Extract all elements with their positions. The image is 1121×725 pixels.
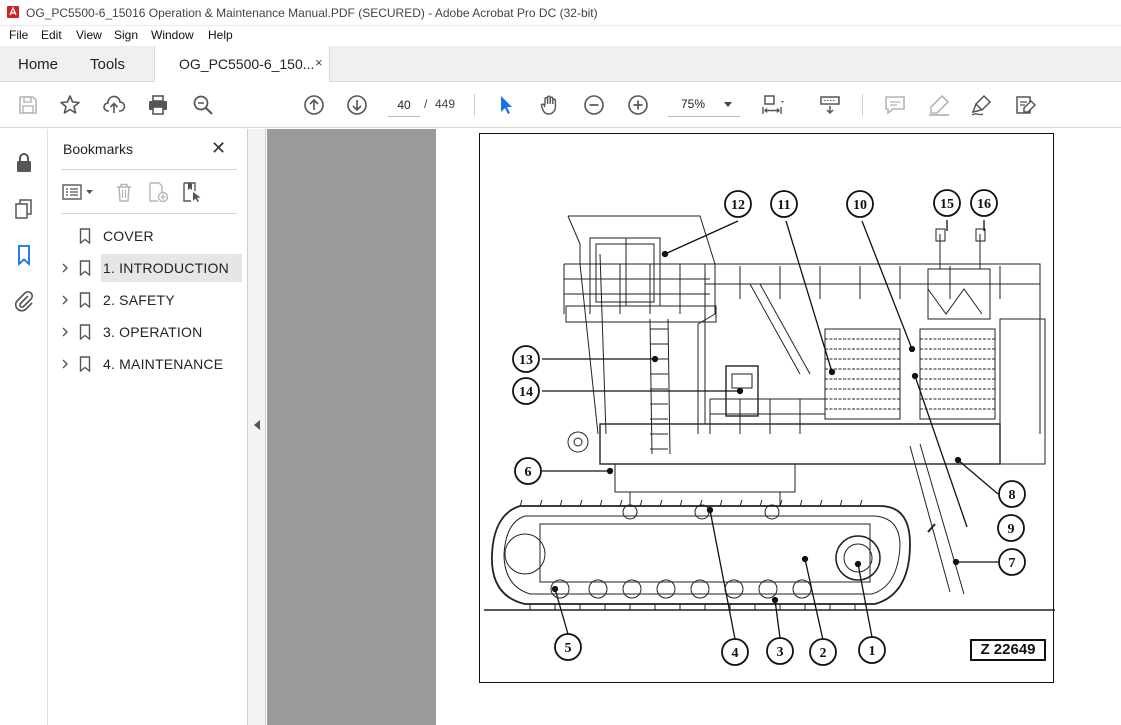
bookmark-flag-icon [79,228,91,244]
menu-bar: File Edit View Sign Window Help [0,26,1121,46]
arrow-down-circle-icon[interactable] [345,93,369,117]
figure-reference: Z 22649 [970,639,1046,661]
collapse-arrow-icon[interactable] [254,420,260,430]
zoom-select[interactable]: 75% [668,93,740,117]
bookmark-item[interactable]: COVER [49,222,242,250]
tab-tools[interactable]: Tools [90,56,125,73]
callout-7: 7 [1009,556,1016,571]
callout-2: 2 [820,646,827,661]
bookmark-options-icon[interactable] [61,181,95,203]
callout-1: 1 [869,644,876,659]
bookmark-item[interactable]: 3. OPERATION [49,318,242,346]
chevron-right-icon[interactable] [61,295,69,305]
callout-14: 14 [519,385,533,400]
highlight-pen-icon[interactable] [927,93,951,117]
bookmark-label: 2. SAFETY [103,292,175,308]
arrow-up-circle-icon[interactable] [302,93,326,117]
comment-icon[interactable] [883,93,907,117]
main-toolbar: / 449 75% [0,82,1121,128]
callout-10: 10 [853,198,867,213]
attachment-icon[interactable] [12,289,36,313]
document-background [267,129,436,725]
callout-15: 15 [940,197,954,212]
scroll-mode-icon[interactable] [818,93,842,117]
hand-icon[interactable] [538,93,562,117]
page-fit-icon[interactable] [760,93,784,117]
zoom-in-icon[interactable] [626,93,650,117]
tab-bar: Home Tools OG_PC5500-6_150... × [0,46,1121,83]
callout-6: 6 [525,465,532,480]
acrobat-logo-icon [7,6,19,18]
menu-help[interactable]: Help [208,28,233,42]
bookmark-flag-icon [79,324,91,340]
title-bar: OG_PC5500-6_15016 Operation & Maintenanc… [0,0,1121,26]
chevron-down-icon [724,102,732,107]
zoom-out-icon[interactable] [582,93,606,117]
bookmark-label: 3. OPERATION [103,324,203,340]
toolbar-divider [862,94,863,116]
bookmark-label: COVER [103,228,154,244]
bookmarks-panel: Bookmarks ✕ COVER 1. INTRODUCTION 2. SAF… [49,129,248,725]
excavator-drawing: 1 2 3 4 5 6 7 8 9 10 11 12 13 14 15 16 [484,189,1055,666]
zoom-value: 75% [681,97,706,111]
tab-close-icon[interactable]: × [315,55,323,70]
left-navigation-rail [0,129,48,725]
panel-splitter[interactable] [248,129,266,725]
bookmark-item[interactable]: 1. INTRODUCTION [49,254,242,282]
chevron-right-icon[interactable] [61,263,69,273]
callout-9: 9 [1008,522,1015,537]
bookmark-flag-icon [79,356,91,372]
chevron-right-icon[interactable] [61,327,69,337]
pointer-icon[interactable] [494,93,518,117]
callout-3: 3 [777,645,784,660]
page-thumbnails-icon[interactable] [12,197,36,221]
bookmark-item[interactable]: 4. MAINTENANCE [49,350,242,378]
tab-home[interactable]: Home [18,56,58,73]
callout-5: 5 [565,641,572,656]
close-icon[interactable]: ✕ [211,138,226,159]
page-separator: / [424,97,428,111]
callout-4: 4 [732,646,739,661]
menu-edit[interactable]: Edit [41,28,62,42]
page-number-input[interactable] [388,93,420,117]
cloud-upload-icon[interactable] [102,93,126,117]
tab-document-label: OG_PC5500-6_150... [179,56,315,72]
menu-window[interactable]: Window [151,28,194,42]
lock-icon[interactable] [12,151,36,175]
new-bookmark-icon[interactable] [147,181,169,203]
bookmark-label: 1. INTRODUCTION [103,260,229,276]
menu-sign[interactable]: Sign [114,28,138,42]
chevron-right-icon[interactable] [61,359,69,369]
bookmark-label: 4. MAINTENANCE [103,356,224,372]
callout-12: 12 [731,198,745,213]
window-title: OG_PC5500-6_15016 Operation & Maintenanc… [26,6,598,20]
callout-11: 11 [777,198,790,213]
bookmark-item[interactable]: 2. SAFETY [49,286,242,314]
trash-icon[interactable] [113,181,135,203]
bookmark-icon[interactable] [12,243,36,267]
search-zoom-icon[interactable] [191,93,215,117]
bookmark-flag-icon [79,292,91,308]
callout-16: 16 [977,197,991,212]
divider [61,169,237,170]
divider [61,213,237,214]
print-icon[interactable] [146,93,170,117]
excavator-figure: 1 2 3 4 5 6 7 8 9 10 11 12 13 14 15 16 Z… [479,133,1055,683]
figure-reference-text: Z 22649 [980,641,1036,658]
callout-8: 8 [1009,488,1016,503]
find-bookmark-icon[interactable] [181,181,203,203]
sign-pen-icon[interactable] [970,93,994,117]
menu-file[interactable]: File [9,28,28,42]
edit-pdf-icon[interactable] [1013,93,1037,117]
menu-view[interactable]: View [76,28,102,42]
callout-13: 13 [519,353,533,368]
bookmark-flag-icon [79,260,91,276]
page-total: 449 [435,97,456,111]
tab-document[interactable]: OG_PC5500-6_150... × [154,46,330,83]
star-icon[interactable] [58,93,82,117]
toolbar-divider [474,94,475,116]
save-icon[interactable] [16,93,40,117]
bookmarks-title: Bookmarks [63,141,134,157]
